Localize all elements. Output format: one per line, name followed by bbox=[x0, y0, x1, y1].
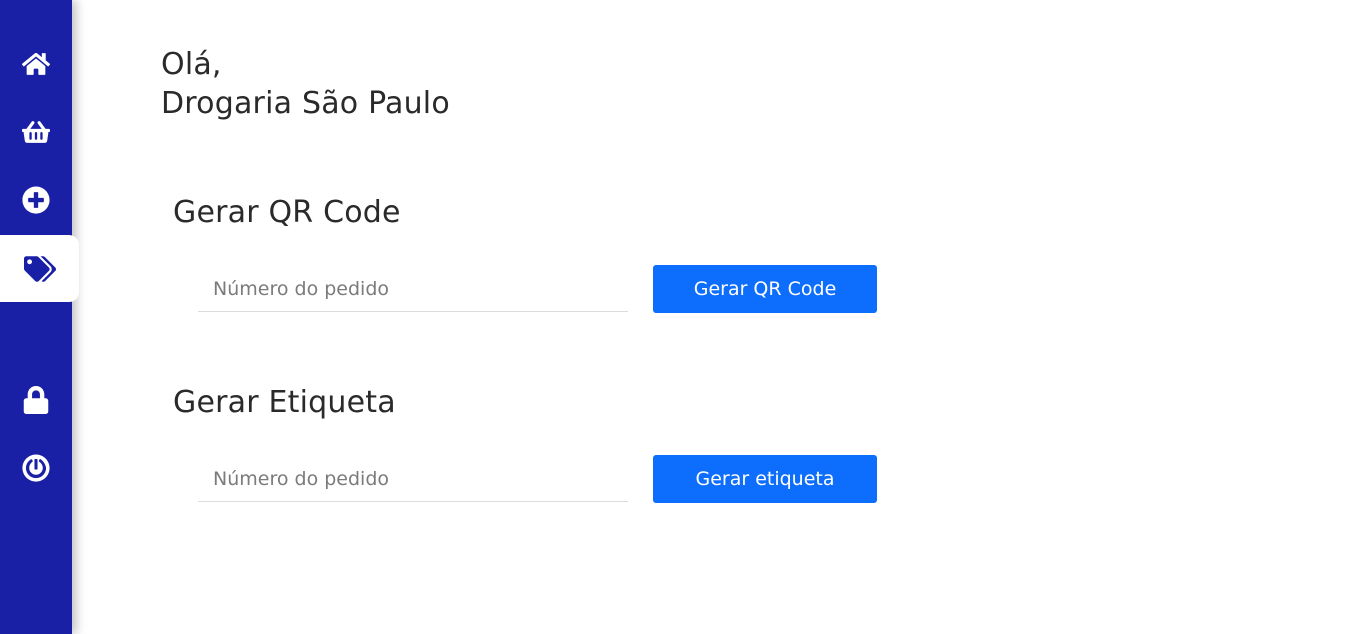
sidebar-item-add[interactable] bbox=[0, 170, 72, 230]
label-order-input[interactable] bbox=[198, 456, 628, 502]
sidebar-item-lock[interactable] bbox=[0, 370, 72, 430]
basket-icon bbox=[22, 121, 50, 143]
tags-icon bbox=[23, 255, 56, 282]
generate-label-button[interactable]: Gerar etiqueta bbox=[653, 455, 877, 503]
generate-qrcode-button[interactable]: Gerar QR Code bbox=[653, 265, 877, 313]
label-section-title: Gerar Etiqueta bbox=[173, 385, 396, 420]
lock-icon bbox=[23, 386, 49, 414]
sidebar-item-tags[interactable] bbox=[0, 235, 79, 302]
qrcode-order-input[interactable] bbox=[198, 266, 628, 312]
sidebar-item-logout[interactable] bbox=[0, 438, 72, 498]
sidebar bbox=[0, 0, 79, 634]
qrcode-section-title: Gerar QR Code bbox=[173, 195, 401, 230]
sidebar-item-basket[interactable] bbox=[0, 102, 72, 162]
home-icon bbox=[22, 53, 50, 75]
sidebar-item-home[interactable] bbox=[0, 34, 72, 94]
greeting-line: Olá, bbox=[161, 47, 222, 82]
power-icon bbox=[22, 454, 50, 482]
store-name: Drogaria São Paulo bbox=[161, 86, 450, 121]
greeting: Olá, Drogaria São Paulo bbox=[161, 45, 450, 123]
plus-circle-icon bbox=[22, 186, 50, 214]
